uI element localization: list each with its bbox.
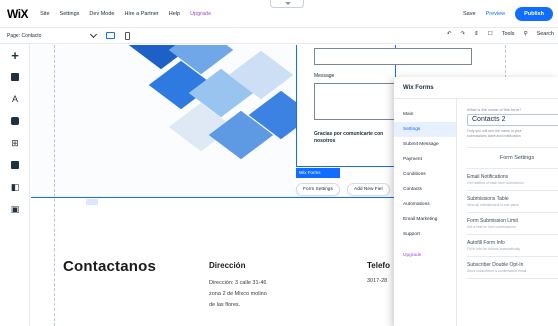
layout-guide-left bbox=[54, 45, 55, 326]
nav-main[interactable]: Main bbox=[394, 107, 456, 122]
setting-email-notifications[interactable]: Email Notifications Get notified of each… bbox=[467, 169, 558, 191]
media-icon[interactable] bbox=[0, 154, 30, 176]
tools-icon[interactable]: ☐ bbox=[488, 31, 493, 37]
menu-site[interactable]: Site bbox=[40, 11, 49, 17]
add-new-field-button[interactable]: Add New Fiel bbox=[347, 183, 390, 196]
setting-desc: View all submissions in one place bbox=[467, 203, 520, 207]
form-email-field[interactable] bbox=[314, 48, 472, 65]
panel-nav: Main Settings Submit Message Payment Con… bbox=[394, 99, 457, 326]
top-actions: Save Preview Publish bbox=[463, 7, 553, 21]
direccion-line: zona 2 de Mixco molino bbox=[209, 291, 267, 297]
top-menu: Site Settings Dev Mode Hire a Partner He… bbox=[40, 11, 221, 17]
mobile-view-icon[interactable] bbox=[125, 31, 130, 40]
menu-hire-a-partner[interactable]: Hire a Partner bbox=[125, 11, 159, 17]
blog-icon[interactable]: ◧ bbox=[0, 176, 30, 198]
menu-upgrade[interactable]: Upgrade bbox=[190, 11, 211, 17]
form-thanks-text: Gracias por comunicarte con nosotros bbox=[314, 131, 384, 144]
publish-button[interactable]: Publish bbox=[515, 7, 553, 21]
setting-desc: Set a limit for form submissions bbox=[467, 225, 516, 229]
hero-image[interactable] bbox=[31, 45, 301, 197]
nav-automations[interactable]: Automations bbox=[394, 197, 456, 212]
wix-logo[interactable]: WiX bbox=[7, 7, 29, 21]
nav-settings[interactable]: Settings bbox=[394, 122, 456, 137]
direccion-text[interactable]: Dirección: 3 calle 31-46 zona 2 de Mixco… bbox=[209, 278, 267, 311]
pages-icon[interactable] bbox=[0, 66, 30, 88]
form-settings-button[interactable]: Form Settings bbox=[296, 183, 340, 196]
setting-submission-limit[interactable]: Form Submission Limit Set a limit for fo… bbox=[467, 213, 558, 235]
top-bar: WiX Site Settings Dev Mode Hire a Partne… bbox=[0, 0, 558, 28]
setting-desc: Send subscribers a confirmation email bbox=[467, 269, 527, 273]
redo-icon[interactable]: ↷ bbox=[461, 31, 466, 37]
setting-autofill[interactable]: Autofill Form Info Fill in info for visi… bbox=[467, 235, 558, 257]
form-name-hint: Only you will see the name in your submi… bbox=[467, 129, 558, 139]
setting-desc: Get notified of each form submission bbox=[467, 181, 524, 185]
panel-title: Wix Forms bbox=[394, 77, 558, 99]
setting-desc: Fill in info for visitors automatically bbox=[467, 247, 521, 251]
collapse-toolbar-handle[interactable] bbox=[270, 0, 304, 8]
undo-icon[interactable]: ↶ bbox=[447, 31, 452, 37]
business-icon[interactable]: ▣ bbox=[0, 198, 30, 220]
page-selector[interactable]: Page: Contacto bbox=[7, 33, 87, 39]
toolbar-right: ↶ ↷ ⇕ ☐ Tools ⚲ Search bbox=[447, 31, 554, 37]
menu-dev-mode[interactable]: Dev Mode bbox=[89, 11, 114, 17]
chevron-down-icon[interactable] bbox=[89, 30, 98, 39]
left-sidebar: + A ⊞ ◧ ▣ bbox=[0, 44, 30, 326]
strip-handle[interactable] bbox=[86, 199, 98, 205]
setting-double-opt-in[interactable]: Subscriber Double Opt-In Send subscriber… bbox=[467, 257, 558, 279]
wix-forms-panel: Wix Forms Main Settings Submit Message P… bbox=[394, 77, 558, 326]
setting-title: Form Submission Limit bbox=[467, 218, 518, 224]
telefono-number[interactable]: 3017-28 bbox=[367, 278, 387, 284]
nav-submit-message[interactable]: Submit Message bbox=[394, 137, 456, 152]
add-elements-icon[interactable]: + bbox=[0, 44, 30, 66]
desktop-view-icon[interactable] bbox=[106, 32, 115, 39]
search-button[interactable]: Search bbox=[537, 31, 554, 37]
setting-submissions-table[interactable]: Submissions Table View all submissions i… bbox=[467, 191, 558, 213]
direccion-heading[interactable]: Dirección bbox=[209, 261, 245, 270]
setting-title: Subscriber Double Opt-In bbox=[467, 262, 524, 268]
panel-settings-body: What is the name of this form? Contacts … bbox=[457, 99, 558, 326]
apps-icon[interactable]: ⊞ bbox=[0, 132, 30, 154]
save-button[interactable]: Save bbox=[463, 11, 476, 17]
direccion-line: de las flores. bbox=[209, 302, 241, 308]
nav-upgrade[interactable]: Upgrade bbox=[394, 248, 456, 263]
section-title[interactable]: Contactanos bbox=[63, 258, 156, 275]
tools-button[interactable]: Tools bbox=[502, 31, 515, 37]
hint-line: submissions table and notification bbox=[467, 134, 521, 138]
message-label: Message bbox=[314, 73, 335, 79]
form-message-field[interactable] bbox=[314, 83, 396, 120]
nav-support[interactable]: Support bbox=[394, 227, 456, 242]
menu-help[interactable]: Help bbox=[169, 11, 180, 17]
telefono-heading[interactable]: Telefo bbox=[367, 261, 390, 270]
nav-contacts[interactable]: Contacts bbox=[394, 182, 456, 197]
text-theme-icon[interactable]: A bbox=[0, 88, 30, 110]
setting-title: Email Notifications bbox=[467, 174, 509, 180]
preview-button[interactable]: Preview bbox=[486, 11, 506, 17]
form-name-input[interactable]: Contacts 2 bbox=[467, 114, 558, 126]
direccion-line: Dirección: 3 calle 31-46 bbox=[209, 280, 267, 286]
nav-conditions[interactable]: Conditions bbox=[394, 167, 456, 182]
form-name-question: What is the name of this form? bbox=[467, 107, 522, 112]
nav-email-marketing[interactable]: Email Marketing bbox=[394, 212, 456, 227]
menu-settings[interactable]: Settings bbox=[60, 11, 80, 17]
editor-toolbar: Page: Contacto ↶ ↷ ⇕ ☐ Tools ⚲ Search bbox=[0, 28, 558, 44]
design-icon[interactable] bbox=[0, 110, 30, 132]
search-icon[interactable]: ⚲ bbox=[524, 31, 528, 37]
form-settings-heading: Form Settings bbox=[467, 147, 558, 169]
wix-forms-tag[interactable]: Wix Forms bbox=[296, 168, 340, 178]
setting-title: Submissions Table bbox=[467, 196, 509, 202]
nav-payment[interactable]: Payment bbox=[394, 152, 456, 167]
setting-title: Autofill Form Info bbox=[467, 240, 505, 246]
zoom-icon[interactable]: ⇕ bbox=[474, 31, 479, 37]
